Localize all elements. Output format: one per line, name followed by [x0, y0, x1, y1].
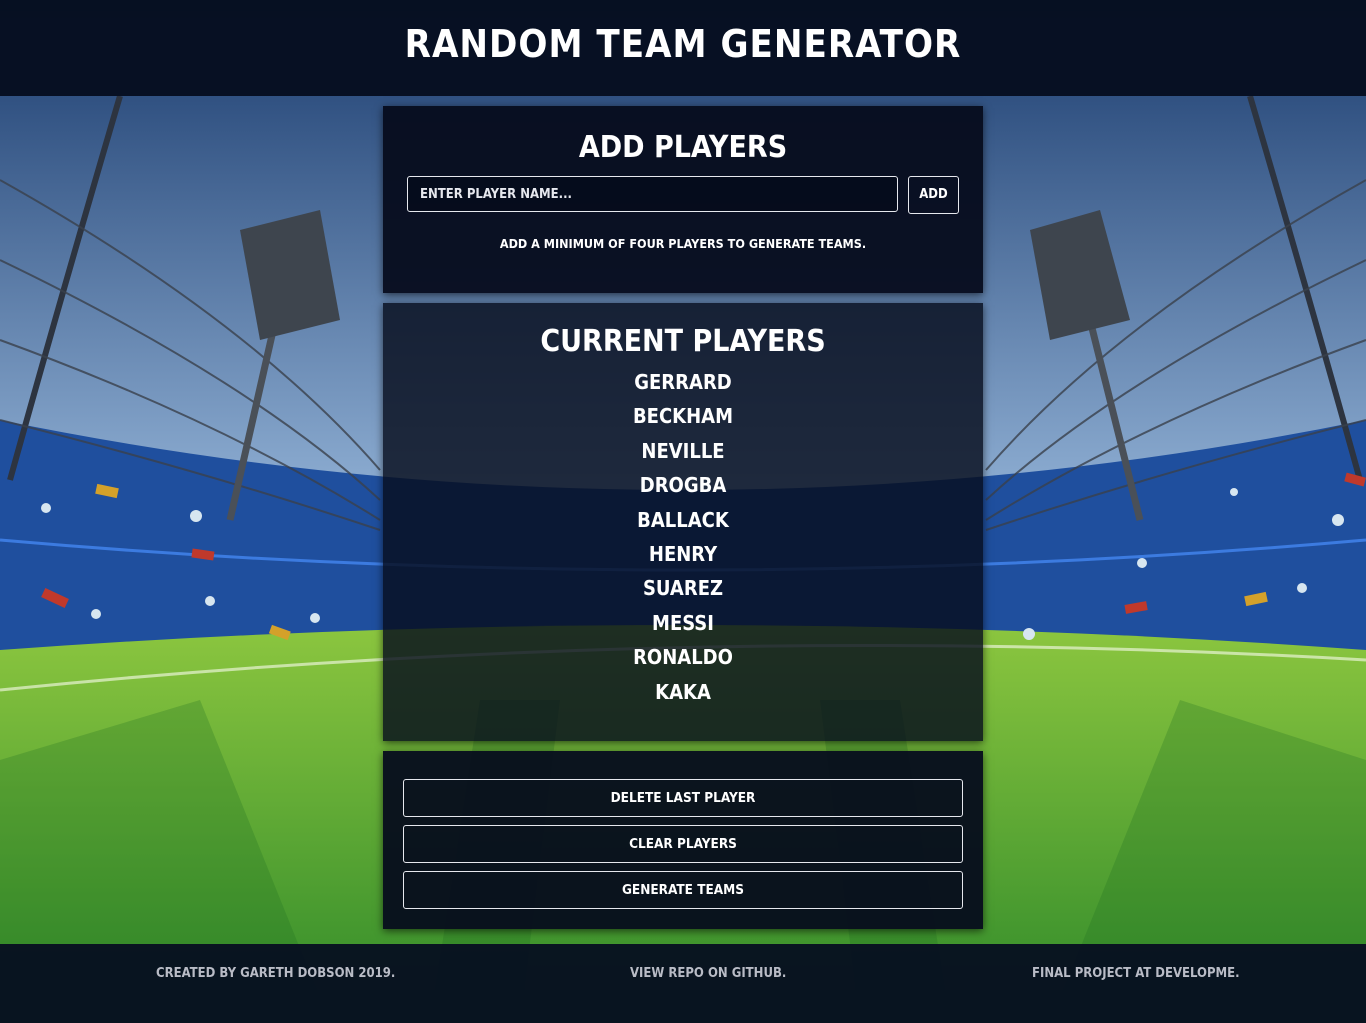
list-item: HENRY — [648, 541, 718, 566]
generate-teams-button[interactable]: GENERATE TEAMS — [403, 871, 963, 909]
player-list: GERRARD BECKHAM NEVILLE DROGBA BALLACK H… — [383, 365, 983, 709]
developme-link[interactable]: FINAL PROJECT AT DEVELOPME. — [1032, 966, 1240, 981]
current-players-panel: CURRENT PLAYERS GERRARD BECKHAM NEVILLE … — [383, 303, 983, 741]
list-item: KAKA — [655, 679, 711, 704]
list-item: BECKHAM — [632, 404, 734, 429]
delete-last-player-button[interactable]: DELETE LAST PLAYER — [403, 779, 963, 817]
list-item: NEVILLE — [641, 438, 725, 463]
actions-panel: DELETE LAST PLAYER CLEAR PLAYERS GENERAT… — [383, 751, 983, 929]
page-title: RANDOM TEAM GENERATOR — [404, 22, 962, 66]
list-item: DROGBA — [639, 473, 727, 498]
clear-players-button[interactable]: CLEAR PLAYERS — [403, 825, 963, 863]
add-players-heading: ADD PLAYERS — [578, 130, 788, 165]
credit-text: CREATED BY GARETH DOBSON 2019. — [156, 966, 396, 981]
app-header: RANDOM TEAM GENERATOR — [0, 0, 1366, 96]
list-item: RONALDO — [633, 645, 733, 670]
player-name-input[interactable]: ENTER PLAYER NAME... — [407, 176, 898, 212]
list-item: MESSI — [652, 610, 714, 635]
list-item: BALLACK — [637, 507, 729, 532]
add-player-row: ENTER PLAYER NAME... ADD — [407, 176, 959, 214]
add-players-panel: ADD PLAYERS ENTER PLAYER NAME... ADD ADD… — [383, 106, 983, 293]
add-player-button[interactable]: ADD — [908, 176, 959, 214]
app-footer: CREATED BY GARETH DOBSON 2019. VIEW REPO… — [0, 944, 1366, 1023]
current-players-heading: CURRENT PLAYERS — [540, 324, 826, 359]
list-item: SUAREZ — [642, 576, 724, 601]
github-repo-link[interactable]: VIEW REPO ON GITHUB. — [630, 966, 786, 981]
list-item: GERRARD — [634, 370, 732, 394]
minimum-players-hint: ADD A MINIMUM OF FOUR PLAYERS TO GENERAT… — [499, 236, 867, 251]
